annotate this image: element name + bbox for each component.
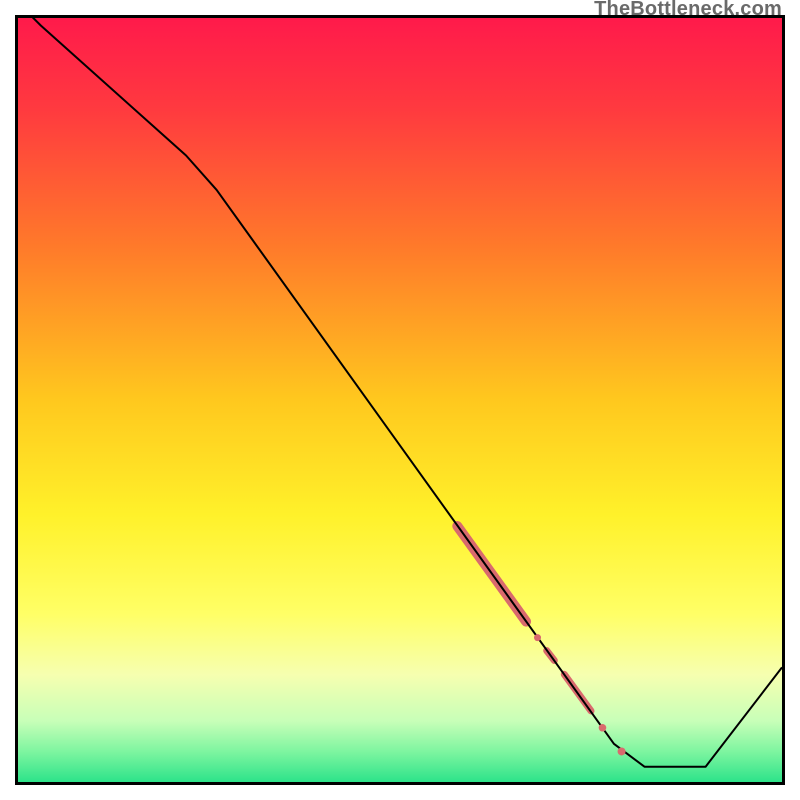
highlight-dot-2: [618, 747, 626, 755]
highlight-dot-0: [534, 634, 541, 641]
gradient-background: [18, 18, 782, 782]
plot-area: [15, 15, 785, 785]
highlight-dot-1: [599, 724, 607, 732]
chart-svg: [18, 18, 782, 782]
chart-container: TheBottleneck.com: [0, 0, 800, 800]
